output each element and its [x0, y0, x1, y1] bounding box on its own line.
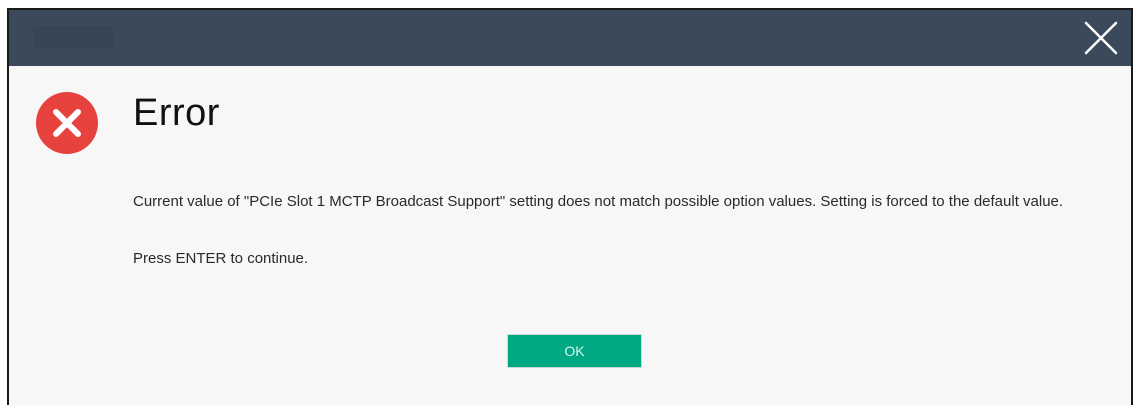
dialog-title: Error — [133, 92, 220, 134]
continue-prompt: Press ENTER to continue. — [133, 250, 309, 267]
dialog-titlebar — [9, 10, 1131, 66]
ok-button[interactable]: OK — [507, 334, 642, 368]
brand-logo — [33, 26, 113, 48]
error-icon — [35, 91, 99, 155]
close-button[interactable] — [1081, 18, 1121, 58]
close-icon — [1084, 21, 1118, 55]
error-message: Current value of "PCIe Slot 1 MCTP Broad… — [133, 193, 1064, 210]
error-dialog: Error Current value of "PCIe Slot 1 MCTP… — [7, 8, 1133, 405]
